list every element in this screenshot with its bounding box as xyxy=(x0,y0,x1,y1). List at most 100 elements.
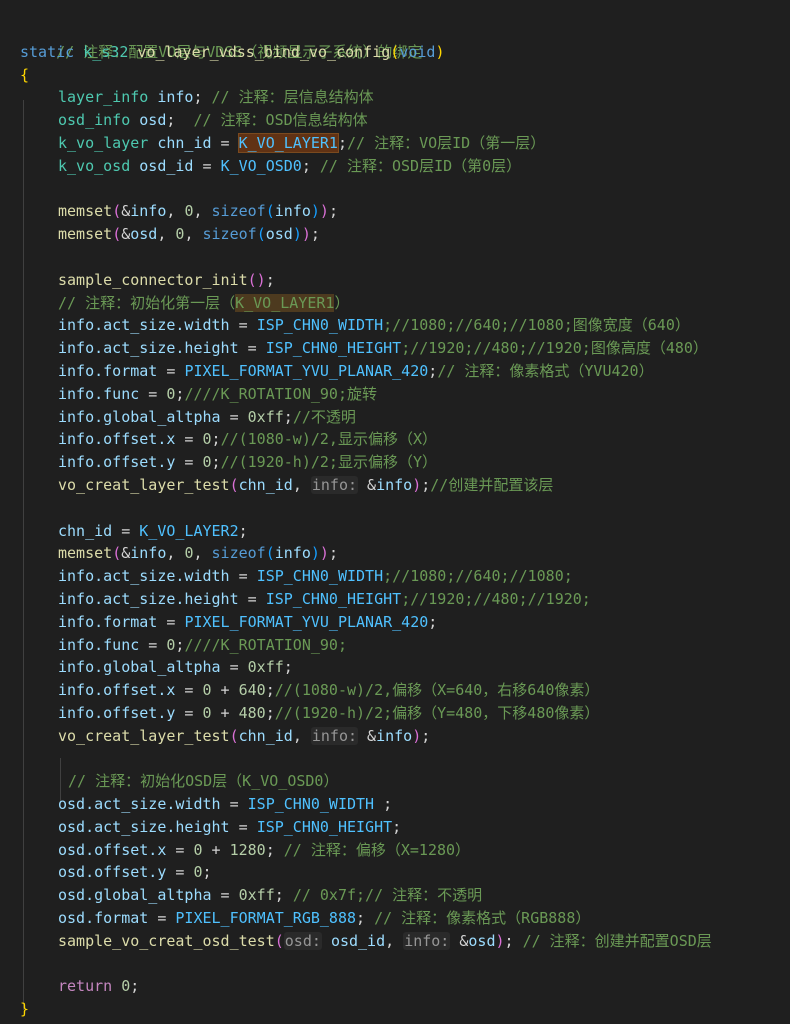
type-name: k_s32 xyxy=(83,42,129,61)
inlay-hint: info: xyxy=(403,931,451,950)
function-name: sample_connector_init xyxy=(58,270,248,289)
code-line-22[interactable] xyxy=(0,497,790,520)
code-line-27[interactable]: info.format = PIXEL_FORMAT_YVU_PLANAR_42… xyxy=(0,611,790,634)
code-line-13[interactable]: // 注释：初始化第一层（K_VO_LAYER1） xyxy=(0,292,790,315)
code-editor[interactable]: // 注释：配置VO层与VDSS（视频显示子系统）的绑定 static k_s3… xyxy=(0,18,790,1024)
bracket: ) xyxy=(292,225,302,244)
variable: info xyxy=(130,202,167,221)
comment: ） xyxy=(334,293,350,312)
variable: osd.offset.y xyxy=(58,863,167,882)
variable: info.act_size.height xyxy=(58,339,239,358)
variable: chn_id xyxy=(157,133,212,152)
number: 0xff xyxy=(247,658,284,677)
bracket: ( xyxy=(112,202,122,221)
code-line-18[interactable]: info.global_altpha = 0xff;//不透明 xyxy=(0,406,790,429)
bracket: ( xyxy=(265,202,275,221)
comment: ;//1920;//480;//1920; xyxy=(401,589,591,608)
bracket: ( xyxy=(274,931,284,950)
comment: // 注释：层信息结构体 xyxy=(211,88,374,107)
code-line-26[interactable]: info.act_size.height = ISP_CHN0_HEIGHT;/… xyxy=(0,588,790,611)
code-line-43[interactable]: return 0; xyxy=(0,975,790,998)
code-line-17[interactable]: info.func = 0;////K_ROTATION_90;旋转 xyxy=(0,383,790,406)
code-line-29[interactable]: info.global_altpha = 0xff; xyxy=(0,656,790,679)
bracket: ( xyxy=(229,475,239,494)
code-line-1[interactable]: // 注释：配置VO层与VDSS（视频显示子系统）的绑定 xyxy=(0,18,790,61)
number: 0 xyxy=(121,977,131,996)
code-line-4[interactable]: layer_info info; // 注释：层信息结构体 xyxy=(0,86,790,109)
brace-open: { xyxy=(20,65,30,84)
code-line-36[interactable]: osd.act_size.height = ISP_CHN0_HEIGHT; xyxy=(0,816,790,839)
variable: info xyxy=(274,202,311,221)
code-line-20[interactable]: info.offset.y = 0;//(1920-h)/2;显示偏移（Y） xyxy=(0,451,790,474)
code-line-38[interactable]: osd.offset.y = 0; xyxy=(0,861,790,884)
code-line-44[interactable]: } xyxy=(0,998,790,1021)
code-line-9[interactable]: memset(&info, 0, sizeof(info)); xyxy=(0,200,790,223)
macro: ISP_CHN0_HEIGHT xyxy=(256,817,393,836)
variable: info.global_altpha xyxy=(58,407,221,426)
comment: // 注释：初始化OSD层（K_VO_OSD0） xyxy=(68,772,339,791)
variable: info xyxy=(376,475,413,494)
variable: info.offset.x xyxy=(58,430,176,449)
variable: info.act_size.height xyxy=(58,589,239,608)
code-line-11[interactable] xyxy=(0,246,790,269)
code-line-34[interactable]: // 注释：初始化OSD层（K_VO_OSD0） xyxy=(0,770,790,793)
code-line-41[interactable]: sample_vo_creat_osd_test(osd: osd_id, in… xyxy=(0,930,790,953)
bracket: ) xyxy=(412,475,422,494)
keyword: static xyxy=(20,42,75,61)
keyword: sizeof xyxy=(211,202,266,221)
number: 0 xyxy=(193,840,203,859)
code-line-19[interactable]: info.offset.x = 0;//(1080-w)/2,显示偏移（X） xyxy=(0,428,790,451)
variable: chn_id xyxy=(58,521,113,540)
code-line-37[interactable]: osd.offset.x = 0 + 1280; // 注释：偏移（X=1280… xyxy=(0,839,790,862)
code-line-16[interactable]: info.format = PIXEL_FORMAT_YVU_PLANAR_42… xyxy=(0,360,790,383)
number: 0xff xyxy=(247,407,284,426)
code-line-28[interactable]: info.func = 0;////K_ROTATION_90; xyxy=(0,634,790,657)
code-line-25[interactable]: info.act_size.width = ISP_CHN0_WIDTH;//1… xyxy=(0,565,790,588)
code-line-8[interactable] xyxy=(0,178,790,201)
comment: // 注释：创建并配置OSD层 xyxy=(522,931,712,950)
number: 0 xyxy=(166,635,176,654)
number: 0 xyxy=(193,863,203,882)
code-line-31[interactable]: info.offset.y = 0 + 480;//(1920-h)/2;偏移（… xyxy=(0,702,790,725)
brace-close: } xyxy=(20,1000,30,1019)
keyword-return: return xyxy=(58,977,113,996)
code-line-42[interactable] xyxy=(0,953,790,976)
code-line-40[interactable]: osd.format = PIXEL_FORMAT_RGB_888; // 注释… xyxy=(0,907,790,930)
code-line-24[interactable]: memset(&info, 0, sizeof(info)); xyxy=(0,542,790,565)
number: 1280 xyxy=(229,840,266,859)
number: 0 xyxy=(166,384,176,403)
comment: // 注释：初始化第一层（ xyxy=(58,293,236,312)
code-line-33[interactable] xyxy=(0,748,790,771)
code-line-5[interactable]: osd_info osd; // 注释：OSD信息结构体 xyxy=(0,109,790,132)
macro: K_VO_OSD0 xyxy=(220,156,302,175)
variable: info xyxy=(130,544,167,563)
macro: ISP_CHN0_HEIGHT xyxy=(265,339,402,358)
variable: info.offset.x xyxy=(58,681,176,700)
code-line-12[interactable]: sample_connector_init(); xyxy=(0,269,790,292)
code-line-7[interactable]: k_vo_osd osd_id = K_VO_OSD0; // 注释：OSD层I… xyxy=(0,155,790,178)
macro: ISP_CHN0_HEIGHT xyxy=(265,589,402,608)
comment: // 注释：偏移（X=1280） xyxy=(283,840,471,859)
macro: K_VO_LAYER2 xyxy=(139,521,239,540)
code-line-30[interactable]: info.offset.x = 0 + 640;//(1080-w)/2,偏移（… xyxy=(0,679,790,702)
code-line-2[interactable]: static k_s32 vo_layer_vdss_bind_vo_confi… xyxy=(0,41,790,64)
code-line-15[interactable]: info.act_size.height = ISP_CHN0_HEIGHT;/… xyxy=(0,337,790,360)
code-line-32[interactable]: vo_creat_layer_test(chn_id, info: &info)… xyxy=(0,725,790,748)
comment: // 0x7f;// 注释：不透明 xyxy=(292,886,483,905)
code-line-23[interactable]: chn_id = K_VO_LAYER2; xyxy=(0,520,790,543)
number: 0 xyxy=(184,202,194,221)
variable: osd xyxy=(265,225,293,244)
variable: info.func xyxy=(58,384,140,403)
variable: info xyxy=(274,544,311,563)
code-line-21[interactable]: vo_creat_layer_test(chn_id, info: &info)… xyxy=(0,474,790,497)
code-line-3[interactable]: { xyxy=(0,64,790,87)
inlay-hint: info: xyxy=(310,726,359,745)
code-line-6[interactable]: k_vo_layer chn_id = K_VO_LAYER1;// 注释：VO… xyxy=(0,132,790,155)
code-line-39[interactable]: osd.global_altpha = 0xff; // 0x7f;// 注释：… xyxy=(0,884,790,907)
code-line-35[interactable]: osd.act_size.width = ISP_CHN0_WIDTH ; xyxy=(0,793,790,816)
comment: //(1920-h)/2;显示偏移（Y） xyxy=(220,453,437,472)
inlay-hint: info: xyxy=(310,475,359,494)
code-line-10[interactable]: memset(&osd, 0, sizeof(osd)); xyxy=(0,223,790,246)
type-name: k_vo_osd xyxy=(58,156,131,175)
code-line-14[interactable]: info.act_size.width = ISP_CHN0_WIDTH;//1… xyxy=(0,314,790,337)
